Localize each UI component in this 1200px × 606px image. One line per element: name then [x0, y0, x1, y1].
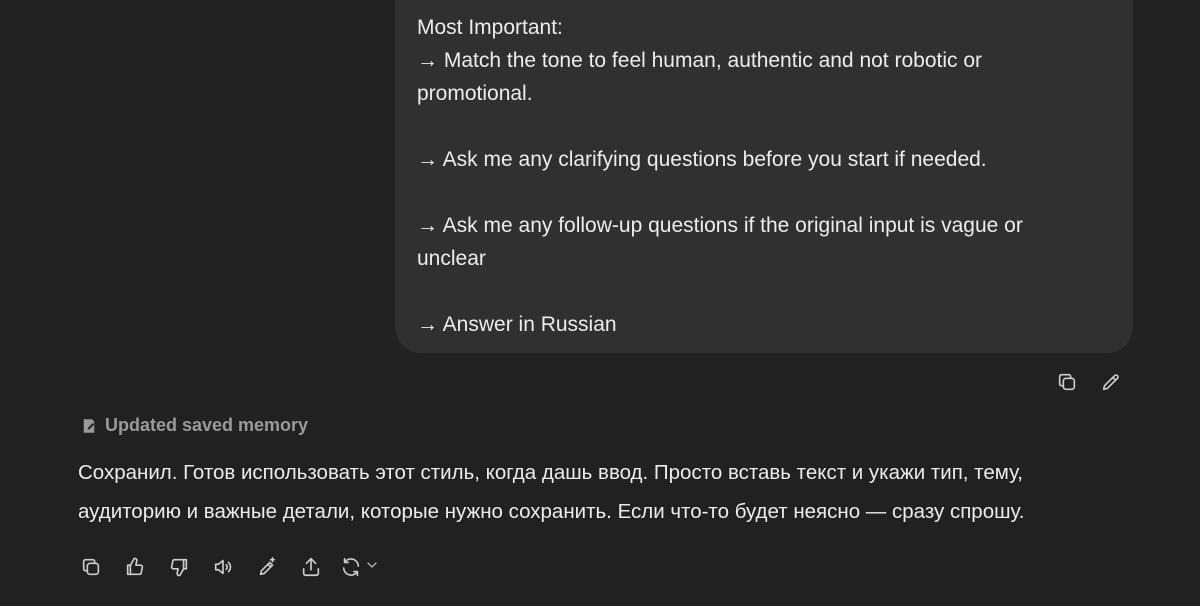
share-icon	[302, 557, 320, 577]
thumbs-down-icon	[170, 558, 188, 577]
copy-icon	[1058, 373, 1076, 391]
user-message-actions	[1052, 367, 1126, 397]
good-response-button[interactable]	[120, 552, 150, 582]
read-aloud-button[interactable]	[208, 552, 238, 582]
thumbs-up-icon	[126, 557, 144, 576]
user-message-line: → Ask me any follow-up questions if the …	[417, 214, 1023, 237]
assistant-message-line: Сохранил. Готов использовать этот стиль,…	[78, 461, 1023, 484]
copy-button[interactable]	[1052, 367, 1082, 397]
user-message-line: → Ask me any clarifying questions before…	[417, 148, 987, 171]
edit-in-canvas-button[interactable]	[252, 552, 282, 582]
regenerate-icon	[342, 557, 360, 577]
copy-icon	[82, 558, 100, 576]
share-button[interactable]	[296, 552, 326, 582]
user-message-line: promotional.	[417, 82, 533, 105]
memory-updated-notice[interactable]: Updated saved memory	[80, 415, 308, 436]
read-aloud-icon	[214, 559, 232, 575]
chat-view: Most Important: → Match the tone to feel…	[0, 0, 1200, 606]
edit-message-button[interactable]	[1096, 367, 1126, 397]
user-message-line: → Match the tone to feel human, authenti…	[417, 49, 983, 72]
chevron-down-icon	[364, 557, 380, 578]
assistant-message: Сохранил. Готов использовать этот стиль,…	[78, 453, 1158, 531]
user-message-line	[417, 110, 1111, 143]
user-message-line: Most Important:	[417, 16, 563, 39]
memory-icon	[83, 418, 95, 433]
user-message-line: → Answer in Russian	[417, 313, 617, 336]
user-message-line: unclear	[417, 247, 486, 270]
copy-button[interactable]	[76, 552, 106, 582]
memory-note-label: Updated saved memory	[105, 415, 309, 435]
user-message-line	[417, 176, 1111, 209]
edit-icon	[1102, 374, 1119, 391]
bad-response-button[interactable]	[164, 552, 194, 582]
user-message-bubble: Most Important: → Match the tone to feel…	[395, 0, 1133, 353]
user-message-line	[417, 275, 1111, 308]
assistant-message-line: аудиторию и важные детали, которые нужно…	[78, 500, 1025, 523]
edit-canvas-icon	[259, 557, 276, 576]
assistant-message-actions	[76, 552, 380, 582]
regenerate-button[interactable]	[340, 552, 380, 582]
